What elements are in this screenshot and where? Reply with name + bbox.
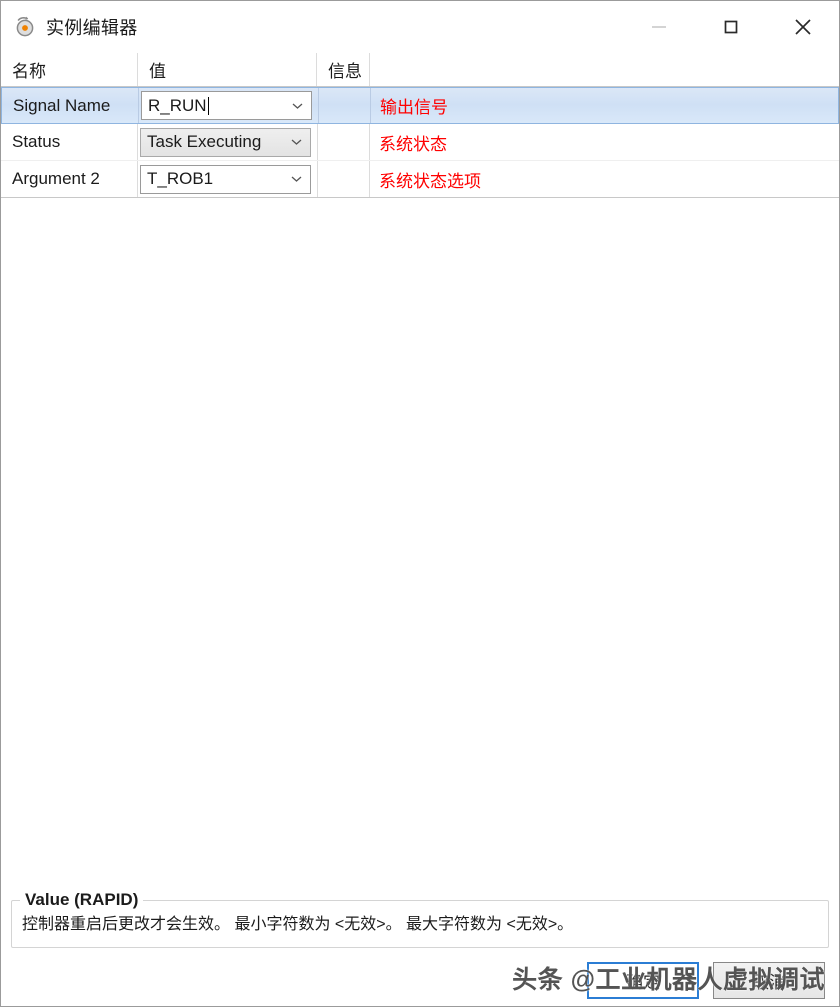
signal-name-combo[interactable]: R_RUN (141, 91, 312, 120)
table-row[interactable]: Status Task Executing 系统状态 (1, 124, 839, 161)
value-group-title: Value (RAPID) (20, 890, 144, 910)
instance-editor-icon (12, 14, 38, 40)
minimize-button[interactable] (623, 1, 695, 53)
property-grid: 名称 值 信息 Signal Name R_RUN 输出信号 Status Ta… (1, 53, 839, 198)
close-button[interactable] (767, 1, 839, 53)
row-value-cell: T_ROB1 (138, 161, 317, 197)
row-gap-cell (317, 161, 370, 197)
row-gap-cell (317, 124, 370, 160)
maximize-button[interactable] (695, 1, 767, 53)
row-label-status: Status (1, 124, 138, 160)
column-header-name[interactable]: 名称 (1, 53, 138, 86)
table-row[interactable]: Signal Name R_RUN 输出信号 (1, 87, 839, 124)
signal-name-value: R_RUN (148, 95, 207, 115)
row-label-argument-2: Argument 2 (1, 161, 138, 197)
status-value: Task Executing (147, 132, 262, 151)
row-info-signal-name: 输出信号 (380, 98, 448, 117)
row-info-status: 系统状态 (379, 134, 447, 154)
text-cursor (207, 96, 209, 115)
table-row[interactable]: Argument 2 T_ROB1 系统状态选项 (1, 161, 839, 198)
row-label-signal-name: Signal Name (2, 88, 139, 123)
row-gap-cell (318, 88, 371, 123)
chevron-down-icon[interactable] (292, 102, 303, 109)
dialog-footer: 确定 取消 头条 @工业机器人虚拟调试 (1, 954, 839, 1006)
title-bar: 实例编辑器 (1, 1, 839, 53)
argument-2-value: T_ROB1 (147, 169, 214, 188)
window-controls (623, 1, 839, 53)
status-combo[interactable]: Task Executing (140, 127, 311, 157)
grid-header-row: 名称 值 信息 (1, 53, 839, 87)
window-title: 实例编辑器 (46, 18, 138, 38)
instance-editor-window: 实例编辑器 名称 值 信息 Signal Name R_RUN 输出信号 Sta… (0, 0, 840, 1007)
chevron-down-icon[interactable] (291, 176, 302, 183)
row-value-cell: Task Executing (138, 124, 317, 160)
column-header-spacer (370, 53, 839, 86)
empty-content-area (1, 198, 839, 900)
row-value-cell: R_RUN (139, 88, 318, 123)
argument-2-combo[interactable]: T_ROB1 (140, 164, 311, 194)
ok-button[interactable]: 确定 (587, 961, 699, 999)
value-rapid-groupbox: Value (RAPID) 控制器重启后更改才会生效。 最小字符数为 <无效>。… (11, 890, 829, 948)
column-header-info[interactable]: 信息 (317, 53, 370, 86)
value-group-wrapper: Value (RAPID) 控制器重启后更改才会生效。 最小字符数为 <无效>。… (1, 890, 839, 948)
column-header-value[interactable]: 值 (138, 53, 317, 86)
value-group-description: 控制器重启后更改才会生效。 最小字符数为 <无效>。 最大字符数为 <无效>。 (22, 916, 574, 933)
chevron-down-icon[interactable] (291, 139, 302, 146)
row-info-argument-2: 系统状态选项 (379, 171, 481, 191)
cancel-button[interactable]: 取消 (713, 961, 825, 999)
